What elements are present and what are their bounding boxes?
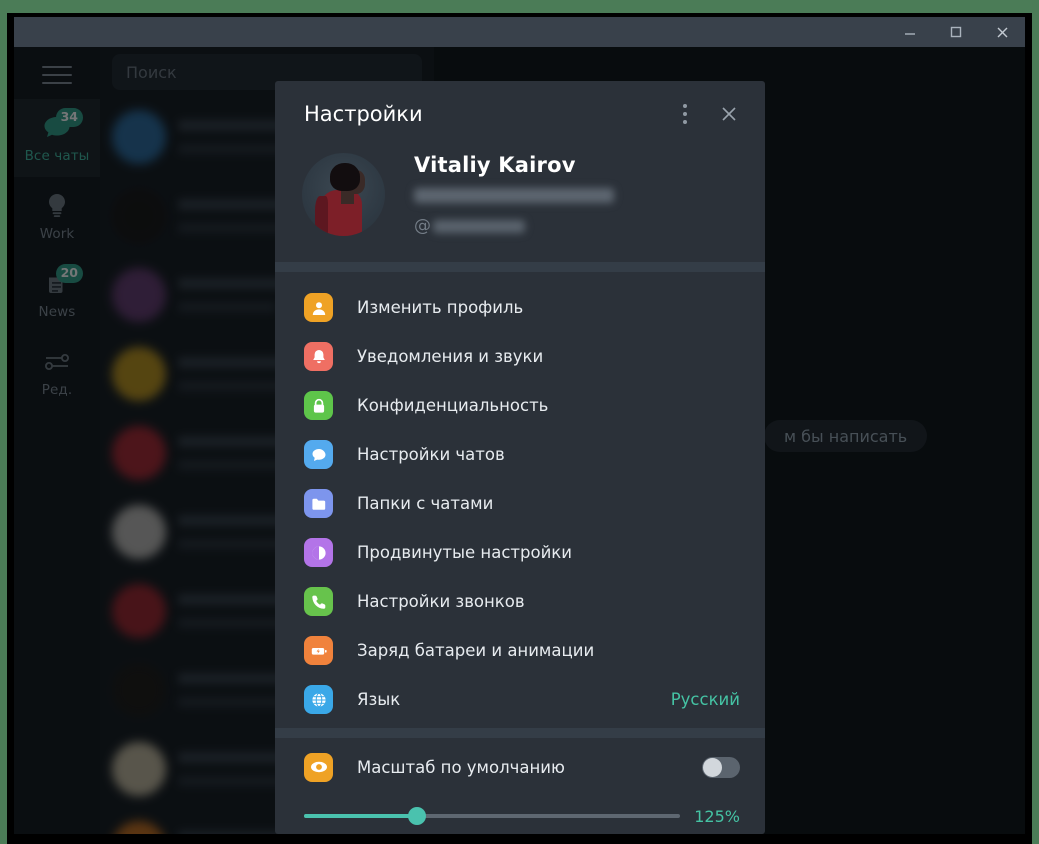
zoom-value-label: 125%: [694, 806, 740, 826]
settings-item-label: Заряд батареи и анимации: [357, 641, 595, 660]
section-divider-2: [275, 728, 765, 738]
screen: 34 Все чаты Work: [0, 0, 1039, 844]
kebab-menu-icon: [683, 104, 687, 124]
settings-item-label: Уведомления и звуки: [357, 347, 544, 366]
settings-item-label: Продвинутые настройки: [357, 543, 572, 562]
settings-dialog-header: Настройки: [275, 81, 765, 147]
default-zoom-toggle[interactable]: [702, 756, 740, 778]
settings-list: Изменить профиль Уведомления и звуки Конфи…: [275, 272, 765, 728]
settings-item-label: Конфиденциальность: [357, 396, 549, 415]
settings-item-5[interactable]: Папки с чатами: [275, 479, 765, 528]
profile-phone-redacted: [414, 188, 614, 203]
close-button[interactable]: [979, 17, 1025, 47]
phone-icon: [304, 587, 333, 616]
section-divider: [275, 262, 765, 272]
globe-icon: [304, 685, 333, 714]
zoom-section: Масштаб по умолчанию 125%: [275, 738, 765, 834]
maximize-button[interactable]: [933, 17, 979, 47]
settings-close-button[interactable]: [707, 92, 751, 136]
folder-icon: [304, 489, 333, 518]
default-zoom-label: Масштаб по умолчанию: [357, 757, 565, 777]
settings-item-4[interactable]: Настройки чатов: [275, 430, 765, 479]
settings-item-6[interactable]: Продвинутые настройки: [275, 528, 765, 577]
settings-item-label: Настройки чатов: [357, 445, 505, 464]
title-bar[interactable]: [14, 17, 1025, 47]
profile-username: @: [414, 216, 614, 236]
profile-info: Vitaliy Kairov @: [414, 153, 614, 236]
at-symbol: @: [414, 216, 431, 236]
settings-menu-button[interactable]: [663, 92, 707, 136]
person-icon: [304, 293, 333, 322]
zoom-slider-row[interactable]: 125%: [304, 796, 740, 834]
avatar[interactable]: [302, 153, 385, 236]
settings-item-8[interactable]: Заряд батареи и анимации: [275, 626, 765, 675]
settings-item-label: Настройки звонков: [357, 592, 525, 611]
zoom-slider-track[interactable]: [304, 807, 681, 825]
battery-icon: [304, 636, 333, 665]
contrast-icon: [304, 538, 333, 567]
minimize-button[interactable]: [887, 17, 933, 47]
settings-dialog-title: Настройки: [304, 102, 423, 126]
default-zoom-row[interactable]: Масштаб по умолчанию: [304, 738, 740, 796]
bell-icon: [304, 342, 333, 371]
settings-item-3[interactable]: Конфиденциальность: [275, 381, 765, 430]
chat-bubble-icon: [304, 440, 333, 469]
eye-icon: [304, 752, 333, 782]
profile-section[interactable]: Vitaliy Kairov @: [275, 147, 765, 262]
settings-item-1[interactable]: Изменить профиль: [275, 283, 765, 332]
settings-item-2[interactable]: Уведомления и звуки: [275, 332, 765, 381]
profile-name: Vitaliy Kairov: [414, 153, 576, 177]
settings-item-9[interactable]: Язык Русский: [275, 675, 765, 724]
settings-item-label: Язык: [357, 690, 401, 709]
settings-item-7[interactable]: Настройки звонков: [275, 577, 765, 626]
zoom-slider-fill: [304, 814, 417, 818]
settings-item-label: Папки с чатами: [357, 494, 494, 513]
settings-item-value[interactable]: Русский: [671, 690, 740, 709]
settings-dialog: Настройки Vitaliy Kairov @ Изменить проф…: [275, 81, 765, 834]
window-controls: [887, 17, 1025, 47]
close-icon: [722, 107, 736, 121]
settings-item-label: Изменить профиль: [357, 298, 524, 317]
profile-username-redacted: [433, 219, 525, 233]
lock-icon: [304, 391, 333, 420]
zoom-slider-knob[interactable]: [407, 807, 426, 825]
telegram-window: 34 Все чаты Work: [14, 17, 1025, 834]
